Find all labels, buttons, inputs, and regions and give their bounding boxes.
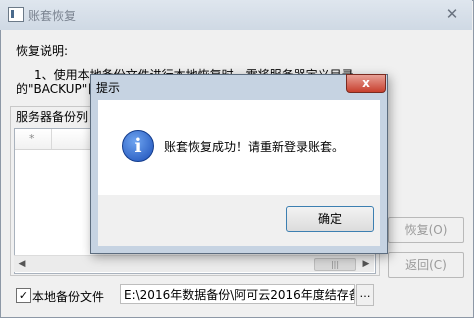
backup-path-field[interactable]: E:\2016年数据备份\阿可云2016年度结存备 [120, 284, 355, 304]
dialog-title: 提示 [96, 81, 121, 95]
app-icon [8, 7, 24, 22]
window-close-icon[interactable]: ✕ [441, 5, 463, 23]
dialog-close-button[interactable]: x [346, 74, 386, 93]
window-title: 账套恢复 [28, 9, 77, 23]
list-header-star: * [29, 132, 35, 145]
local-backup-label: 本地备份文件 [32, 290, 105, 304]
horizontal-scrollbar[interactable]: ◀ ||| ▶ [14, 255, 374, 272]
dialog-message: 账套恢复成功！请重新登录账套。 [164, 140, 345, 154]
browse-button[interactable]: … [356, 284, 374, 306]
info-icon: i [122, 130, 154, 162]
back-button[interactable]: 返回(C) [388, 252, 464, 278]
scroll-left-icon[interactable]: ◀ [14, 256, 30, 272]
description-line-2: 的"BACKUP"目 [16, 82, 100, 96]
ok-button[interactable]: 确定 [286, 206, 374, 232]
local-backup-checkbox[interactable]: ✓ [16, 288, 31, 303]
scroll-thumb[interactable]: ||| [314, 258, 356, 271]
description-title: 恢复说明: [16, 44, 69, 58]
column-divider [51, 129, 52, 149]
restore-button[interactable]: 恢复(O) [388, 217, 464, 243]
server-backup-group-label: 服务器备份列 [14, 108, 91, 125]
scroll-right-icon[interactable]: ▶ [358, 256, 374, 272]
